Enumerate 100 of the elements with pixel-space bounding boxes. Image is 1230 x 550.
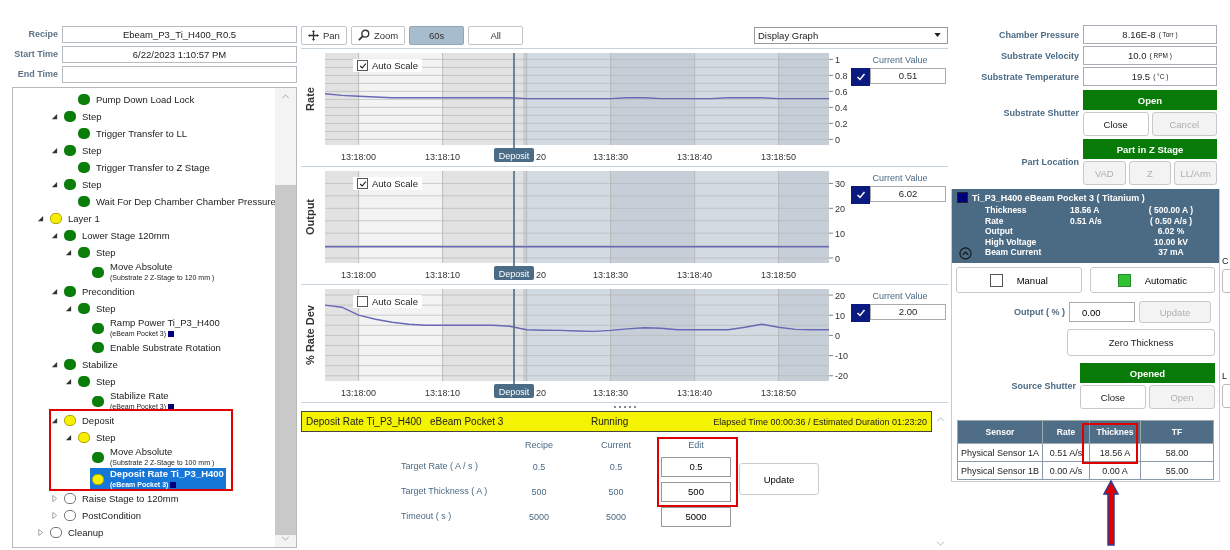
tree-item[interactable]: Trigger Transfer to Z Stage [76, 161, 212, 174]
display-dropdown[interactable]: Display Graph [754, 26, 948, 44]
tree-item[interactable]: Step [76, 375, 118, 388]
tree-item[interactable]: Deposit [62, 414, 117, 427]
elapsed-time: Elapsed Time 00:00:36 / Estimated Duration 01:23:20 [713, 416, 927, 427]
scroll-thumb[interactable] [275, 184, 296, 535]
source-value: 18.56 A [1070, 205, 1101, 216]
zero-thickness-button[interactable]: Zero Thickness [1067, 329, 1216, 356]
axis-tick-label: 13:18:50 [761, 152, 797, 162]
collapse-icon[interactable] [959, 247, 972, 260]
output-field[interactable]: 0.00 [1069, 302, 1135, 322]
search-icon [357, 29, 370, 41]
edit-field[interactable]: 500 [661, 481, 731, 502]
table-cell: 18.56 A [1089, 443, 1141, 462]
axis-tick-label: 13:18:10 [425, 152, 461, 162]
auto-scale-checkbox[interactable] [357, 60, 368, 71]
tree-item[interactable]: Step [76, 431, 118, 444]
output-label: Output ( % ) [1013, 307, 1065, 317]
shutter-status: Opened [1080, 363, 1215, 383]
tree-item[interactable]: Cleanup [48, 526, 106, 539]
axis-tick-label: 13:18:00 [341, 388, 377, 398]
axis-tick-label: 13:18:30 [593, 152, 629, 162]
field-label: End Time [16, 69, 59, 79]
checkmark-icon [855, 308, 866, 318]
series-checkbox[interactable] [851, 186, 870, 204]
axis-tick-label: 13:18:40 [677, 388, 713, 398]
expander-icon[interactable] [65, 434, 72, 441]
tree-item[interactable]: Pump Down Load Lock [76, 93, 197, 106]
axis-title: Output [304, 199, 316, 235]
tree-item[interactable]: Step [76, 302, 118, 315]
source-target: 6.02 % [1156, 226, 1186, 237]
tree-item[interactable]: Enable Substrate Rotation [90, 341, 223, 354]
tree-item[interactable]: Precondition [62, 285, 137, 298]
table-cell: Physical Sensor 1A [957, 443, 1043, 462]
axis-tick-label: 13:18:00 [341, 152, 377, 162]
splitter-grip-icon[interactable] [613, 405, 636, 409]
expander-icon[interactable] [65, 305, 72, 312]
series-checkbox[interactable] [851, 68, 870, 86]
toolbar-button[interactable]: All [468, 25, 524, 45]
tree-item[interactable]: Step [62, 178, 104, 191]
tree-item[interactable]: Trigger Transfer to LL [76, 127, 189, 140]
table-cell: Physical Sensor 1B [957, 461, 1043, 480]
step-state: Running [591, 416, 630, 427]
toolbar-button[interactable]: Zoom [350, 25, 406, 45]
axis-tick-label: 30 [835, 178, 845, 189]
edge-label: L [1222, 371, 1229, 381]
axis-tick-label: 0 [835, 253, 840, 264]
tree-item[interactable]: Step [76, 246, 118, 259]
table-cell: 0.00 A [1089, 461, 1141, 480]
shutter-button[interactable]: Close [1083, 112, 1149, 136]
axis-tick-label: 13:18:30 [593, 270, 629, 280]
toolbar-button[interactable]: Pan [301, 25, 347, 45]
auto-scale-checkbox[interactable] [357, 178, 368, 189]
tree-item[interactable]: Layer 1 [48, 212, 102, 225]
expander-icon[interactable] [65, 249, 72, 256]
field-label: Start Time [13, 49, 59, 59]
column-header: Rate [1042, 420, 1090, 444]
series-checkbox[interactable] [851, 304, 870, 322]
expander-icon[interactable] [51, 147, 58, 154]
table-cell: 0.51 A/s [1042, 443, 1090, 462]
highlight-frame [1082, 423, 1138, 464]
tree-item[interactable]: Raise Stage to 120mm [62, 492, 181, 505]
scrollbar[interactable] [275, 88, 296, 547]
axis-tick-label: 13:18:10 [425, 270, 461, 280]
update-button[interactable]: Update [739, 463, 819, 495]
tree-item[interactable]: Step [62, 144, 104, 157]
tree-item[interactable]: Lower Stage 120mm [62, 229, 172, 242]
edit-field[interactable]: 0.5 [661, 456, 731, 477]
expander-icon[interactable] [51, 232, 58, 239]
axis-tick-label: 20 [835, 290, 845, 301]
tree-item[interactable]: Wait For Dep Chamber Chamber Pressure [76, 195, 278, 208]
marker-tag: Deposit [494, 384, 534, 398]
mode-button[interactable]: Automatic [1089, 267, 1216, 293]
column-header: Edit [687, 440, 705, 452]
reading-label: Chamber Pressure [997, 29, 1080, 40]
auto-scale-checkbox[interactable] [357, 296, 368, 307]
axis-tick-label: 0.4 [835, 102, 848, 113]
axis-tick-label: -20 [835, 371, 848, 382]
axis-tick-label: 20 [536, 270, 546, 280]
recipe-value: 0.5 [531, 461, 547, 472]
pocket-square-icon [957, 192, 968, 203]
shutter-button[interactable]: Close [1080, 385, 1146, 409]
tree-item[interactable]: Step [62, 110, 104, 123]
expander-icon[interactable] [37, 215, 44, 222]
toolbar-button[interactable]: 60s [409, 25, 465, 45]
tree-item[interactable]: PostCondition [62, 509, 144, 522]
expander-icon[interactable] [65, 378, 72, 385]
axis-tick-label: 13:18:10 [425, 388, 461, 398]
expander-icon[interactable] [51, 417, 58, 424]
control-label: Part Location [1020, 157, 1080, 167]
edit-field[interactable]: 5000 [661, 506, 731, 527]
info-field: Ebeam_P3_Ti_H400_R0.5 [62, 25, 297, 43]
mode-button[interactable]: Manual [956, 267, 1082, 293]
axis-title: Rate [304, 87, 316, 111]
expander-icon[interactable] [51, 361, 58, 368]
axis-tick-label: 13:18:00 [341, 270, 377, 280]
expander-icon[interactable] [51, 181, 58, 188]
expander-icon[interactable] [51, 288, 58, 295]
expander-icon[interactable] [51, 113, 58, 120]
tree-item[interactable]: Stabilize [62, 358, 120, 371]
